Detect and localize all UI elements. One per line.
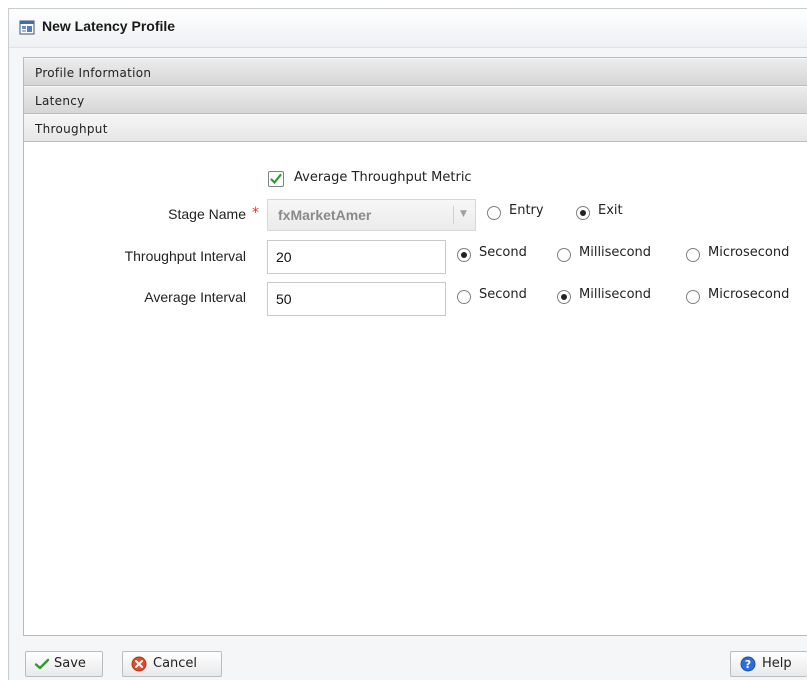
cancel-icon — [131, 656, 147, 672]
required-marker: * — [252, 205, 259, 221]
throughput-panel: Average Throughput Metric Stage Name * f… — [24, 142, 807, 632]
accordion-header-label: Latency — [35, 94, 85, 108]
throughput-second-radio[interactable] — [457, 248, 471, 262]
average-interval-input[interactable]: 50 — [267, 282, 446, 316]
average-millisecond-label: Millisecond — [579, 287, 652, 302]
profile-window-icon — [19, 19, 35, 35]
save-button-label: Save — [54, 656, 86, 671]
average-microsecond-radio[interactable] — [686, 290, 700, 304]
dialog-title: New Latency Profile — [42, 18, 176, 34]
throughput-second-label: Second — [479, 245, 527, 260]
chevron-down-icon: ▼ — [460, 209, 467, 219]
throughput-millisecond-label: Millisecond — [579, 245, 652, 260]
cancel-button[interactable]: Cancel — [122, 651, 222, 677]
average-throughput-metric-label: Average Throughput Metric — [294, 170, 472, 185]
throughput-interval-input[interactable]: 20 — [267, 240, 446, 274]
save-button[interactable]: Save — [25, 651, 103, 677]
stage-name-label: Stage Name — [168, 206, 246, 222]
accordion-header-label: Throughput — [35, 122, 108, 136]
stage-name-select[interactable]: fxMarketAmer ▼ — [267, 199, 476, 231]
average-interval-label: Average Interval — [144, 289, 246, 305]
stage-entry-radio[interactable] — [487, 206, 501, 220]
average-throughput-metric-checkbox[interactable] — [268, 171, 284, 187]
average-second-radio[interactable] — [457, 290, 471, 304]
stage-exit-radio[interactable] — [576, 206, 590, 220]
stage-name-value: fxMarketAmer — [278, 207, 372, 223]
svg-text:?: ? — [745, 658, 751, 671]
help-button-label: Help — [762, 656, 792, 671]
throughput-interval-label: Throughput Interval — [124, 248, 246, 264]
profile-accordion: Profile Information Latency Throughput A… — [23, 57, 807, 636]
cancel-button-label: Cancel — [153, 656, 198, 671]
average-second-label: Second — [479, 287, 527, 302]
checkmark-icon — [270, 173, 282, 185]
throughput-millisecond-radio[interactable] — [557, 248, 571, 262]
select-divider — [453, 206, 454, 224]
accordion-header-label: Profile Information — [35, 66, 152, 80]
help-icon: ? — [740, 656, 756, 672]
checkmark-icon — [34, 656, 50, 672]
accordion-header-throughput[interactable]: Throughput — [24, 114, 807, 142]
average-microsecond-label: Microsecond — [708, 287, 790, 302]
stage-entry-label: Entry — [509, 203, 544, 218]
help-button[interactable]: ? Help — [730, 651, 807, 677]
throughput-microsecond-radio[interactable] — [686, 248, 700, 262]
average-millisecond-radio[interactable] — [557, 290, 571, 304]
throughput-microsecond-label: Microsecond — [708, 245, 790, 260]
accordion-header-latency[interactable]: Latency — [24, 86, 807, 114]
stage-exit-label: Exit — [598, 203, 623, 218]
accordion-header-profile-information[interactable]: Profile Information — [24, 58, 807, 86]
